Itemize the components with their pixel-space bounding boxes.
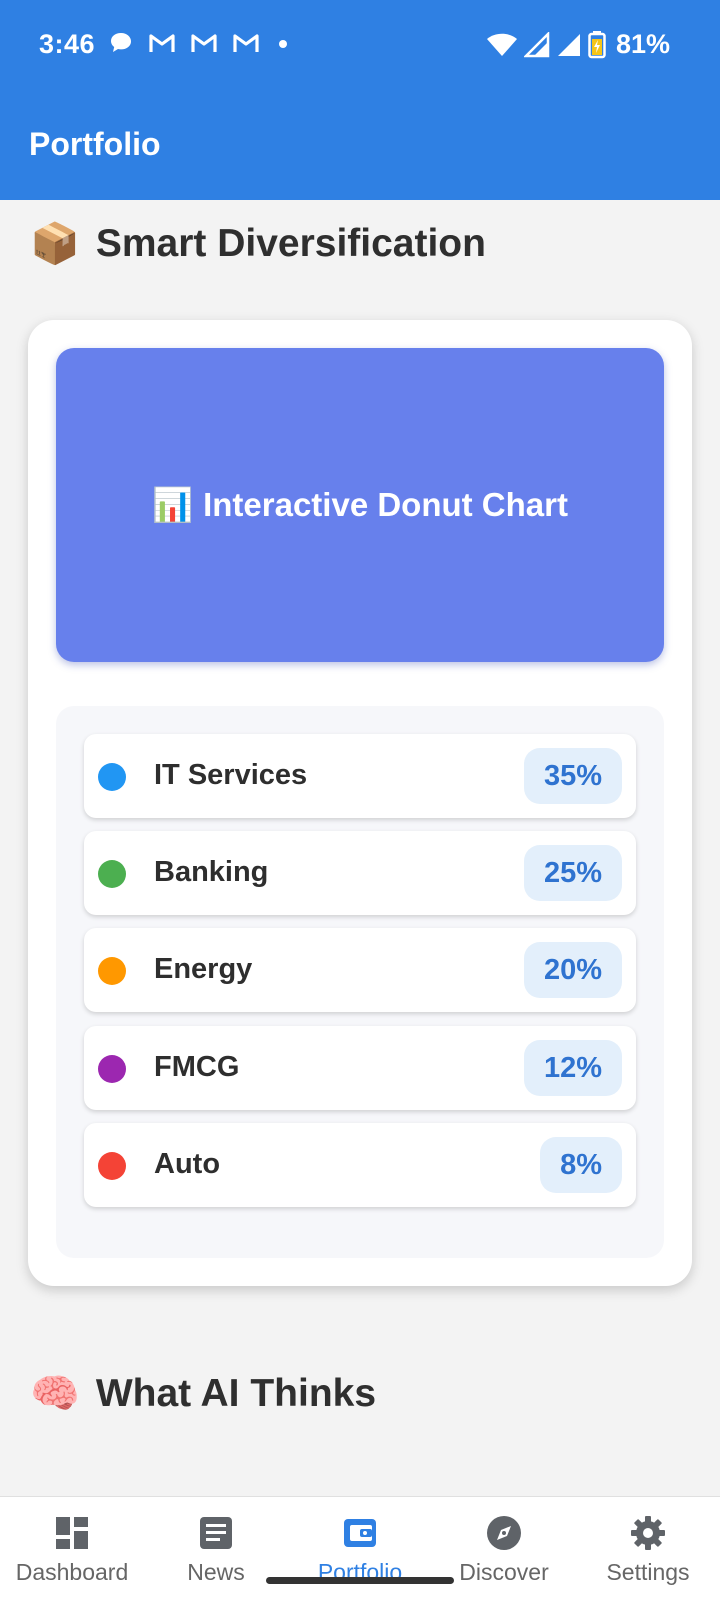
app-header: 3:46 81% Portfolio (0, 0, 720, 200)
chat-bubble-icon (111, 33, 131, 52)
dashboard-icon (56, 1517, 88, 1549)
legend-percent-badge: 8% (540, 1137, 622, 1193)
allocation-legend: IT Services 35% Banking 25% Energy 20% F… (56, 706, 664, 1258)
bar-chart-icon: 📊 (152, 485, 194, 523)
package-icon: 📦 (30, 222, 80, 266)
nav-item-settings[interactable]: Settings (576, 1497, 720, 1600)
dot-icon (279, 40, 287, 48)
legend-percent-badge: 35% (523, 748, 622, 804)
nav-item-dashboard[interactable]: Dashboard (0, 1497, 144, 1600)
nav-item-news[interactable]: News (144, 1497, 288, 1600)
legend-percent-badge: 25% (523, 845, 622, 901)
nav-label: News (187, 1559, 245, 1585)
legend-item-auto[interactable]: Auto 8% (84, 1123, 636, 1207)
news-icon (200, 1517, 232, 1549)
status-bar: 3:46 81% (0, 0, 720, 90)
section-title-text: Smart Diversification (95, 222, 486, 265)
status-time: 3:46 (39, 29, 96, 59)
diversification-card: 📊 Interactive Donut Chart IT Services 35… (28, 320, 692, 1286)
legend-dot-icon (98, 763, 126, 791)
status-right: 81% (486, 29, 670, 60)
legend-dot-icon (98, 1055, 126, 1083)
legend-dot-icon (98, 1152, 126, 1180)
legend-dot-icon (98, 860, 126, 888)
nav-label: Discover (459, 1559, 549, 1585)
gmail-icon (149, 34, 175, 52)
donut-chart-placeholder[interactable]: 📊 Interactive Donut Chart (56, 348, 664, 662)
brain-icon: 🧠 (30, 1372, 80, 1416)
wallet-icon (344, 1519, 376, 1547)
legend-label: Auto (154, 1148, 221, 1180)
legend-label: Banking (154, 856, 269, 888)
section-title-text: What AI Thinks (95, 1372, 377, 1415)
legend-item-energy[interactable]: Energy 20% (84, 928, 636, 1012)
legend-label: FMCG (154, 1051, 240, 1083)
section-title-diversification: 📦 Smart Diversification (30, 222, 486, 266)
legend-item-fmcg[interactable]: FMCG 12% (84, 1026, 636, 1110)
nav-label: Dashboard (15, 1559, 129, 1585)
notification-icons (108, 30, 292, 56)
legend-label: IT Services (154, 759, 308, 791)
section-title-ai: 🧠 What AI Thinks (30, 1372, 376, 1416)
signal-icon (557, 33, 580, 56)
battery-icon (588, 30, 606, 58)
bottom-navigation: Dashboard News Portfolio Discover Settin… (0, 1496, 720, 1600)
legend-dot-icon (98, 957, 126, 985)
battery-percent: 81% (615, 29, 670, 59)
legend-percent-badge: 20% (523, 942, 622, 998)
legend-label: Energy (154, 953, 253, 985)
legend-item-banking[interactable]: Banking 25% (84, 831, 636, 915)
gmail-icon (233, 34, 259, 52)
wifi-icon (486, 33, 517, 56)
nav-item-portfolio[interactable]: Portfolio (288, 1497, 432, 1600)
compass-icon (487, 1516, 521, 1550)
nav-label: Settings (606, 1559, 690, 1585)
gmail-icon (191, 34, 217, 52)
chart-placeholder-label: Interactive Donut Chart (203, 486, 568, 523)
nav-item-discover[interactable]: Discover (432, 1497, 576, 1600)
gear-icon (631, 1516, 665, 1550)
legend-percent-badge: 12% (523, 1040, 622, 1096)
signal-icon (523, 31, 550, 57)
page-title: Portfolio (29, 126, 161, 162)
legend-item-it-services[interactable]: IT Services 35% (84, 734, 636, 818)
home-indicator[interactable] (266, 1577, 454, 1584)
